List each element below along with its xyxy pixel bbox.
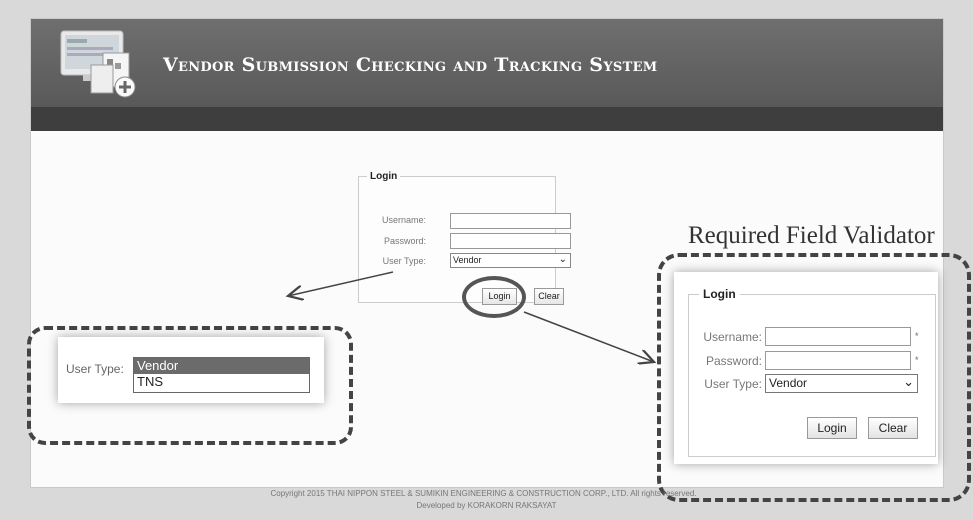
footer-copyright: Copyright 2015 THAI NIPPON STEEL & SUMIK… xyxy=(270,489,697,498)
validator-username-label: Username: xyxy=(703,330,762,344)
dropdown-option-tns[interactable]: TNS xyxy=(134,374,309,390)
validator-usertype-select[interactable]: Vendor ⌄ xyxy=(765,374,918,393)
footer-developer: Developed by KORAKORN RAKSAYAT xyxy=(416,501,557,510)
usertype-dropdown-list[interactable]: Vendor TNS xyxy=(133,357,310,393)
validator-username-input[interactable] xyxy=(765,327,911,346)
validator-login-legend: Login xyxy=(703,287,736,301)
footer: Copyright 2015 THAI NIPPON STEEL & SUMIK… xyxy=(0,488,973,512)
validator-usertype-value: Vendor xyxy=(769,376,808,390)
validator-callout-title: Required Field Validator xyxy=(688,222,935,249)
validator-password-label: Password: xyxy=(705,354,762,368)
arrow-to-validator xyxy=(523,311,654,362)
validator-password-input[interactable] xyxy=(765,351,911,370)
chevron-down-icon: ⌄ xyxy=(903,374,914,389)
arrow-to-dropdown xyxy=(288,271,394,296)
validator-login-button[interactable]: Login xyxy=(807,417,857,439)
password-required-mark: * xyxy=(915,355,919,365)
username-required-mark: * xyxy=(915,331,919,341)
dropdown-usertype-label: User Type: xyxy=(66,362,124,376)
validator-clear-button[interactable]: Clear xyxy=(868,417,918,439)
validator-usertype-label: User Type: xyxy=(704,377,762,391)
dropdown-option-vendor[interactable]: Vendor xyxy=(134,358,309,374)
